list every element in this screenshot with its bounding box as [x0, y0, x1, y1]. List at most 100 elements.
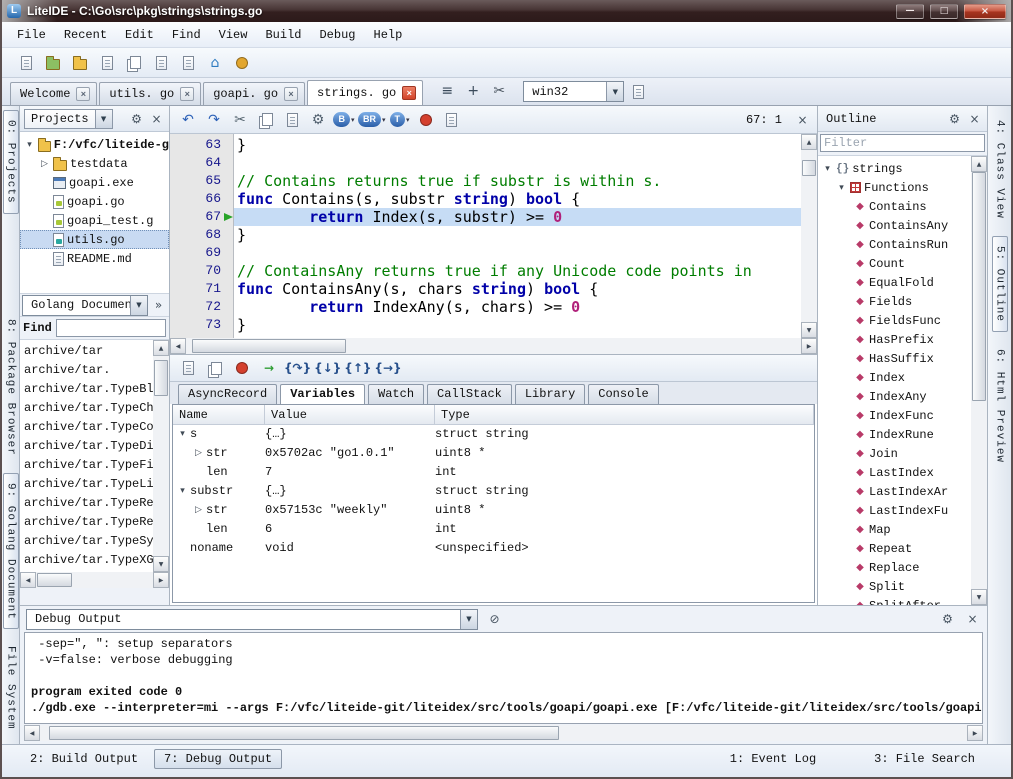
project-item-testdata[interactable]: ▷testdata [20, 154, 169, 173]
outline-function-join[interactable]: ◆Join [818, 444, 987, 463]
expander-icon[interactable]: ▷ [193, 501, 204, 520]
menu-debug[interactable]: Debug [310, 24, 364, 46]
code-line-67[interactable]: 67 return Index(s, substr) >= 0 [170, 208, 817, 226]
code-line-73[interactable]: 73} [170, 316, 817, 334]
scroll-thumb[interactable] [802, 160, 816, 175]
scroll-track[interactable] [153, 356, 169, 556]
outline-group-functions[interactable]: ▾Functions [818, 178, 987, 197]
doc-list-item[interactable]: archive/tar.TypeLin [20, 475, 169, 494]
line-number[interactable]: 73 [170, 316, 234, 334]
doc-find-input[interactable] [56, 319, 166, 337]
scroll-down-button[interactable]: ▼ [971, 589, 987, 605]
line-number[interactable]: 64 [170, 154, 234, 172]
doc-list-item[interactable]: archive/tar.TypeCh [20, 399, 169, 418]
close-editor-icon[interactable]: × [794, 111, 811, 128]
chevron-more-icon[interactable]: » [150, 297, 167, 314]
status-toggle-7-debug-output[interactable]: 7: Debug Output [154, 749, 282, 769]
sidebar-tab-9-golang-document[interactable]: 9: Golang Document [3, 473, 19, 630]
scroll-right-button[interactable]: ▶ [153, 572, 169, 588]
scroll-track[interactable] [40, 725, 967, 741]
scroll-track[interactable] [36, 572, 153, 588]
expander-icon[interactable]: ▾ [177, 482, 188, 501]
expander-icon[interactable]: ▾ [177, 425, 188, 444]
expander-icon[interactable]: ▾ [24, 140, 35, 150]
sidebar-tab-0-projects[interactable]: 0: Projects [3, 110, 19, 214]
close-all-icon[interactable]: ✂ [487, 79, 511, 103]
variable-row-noname[interactable]: nonamevoid<unspecified> [173, 539, 814, 558]
outline-function-containsany[interactable]: ◆ContainsAny [818, 216, 987, 235]
code-line-65[interactable]: 65// Contains returns true if substr is … [170, 172, 817, 190]
outline-function-splitafter[interactable]: ◆SplitAfter [818, 596, 987, 605]
scroll-up-button[interactable]: ▲ [153, 340, 169, 356]
line-number[interactable]: 71 [170, 280, 234, 298]
outline-function-lastindexar[interactable]: ◆LastIndexAr [818, 482, 987, 501]
paste-icon[interactable] [280, 108, 304, 132]
expander-icon[interactable]: ▷ [39, 159, 50, 169]
reload-file-icon[interactable] [149, 51, 173, 75]
code-editor[interactable]: 63}6465// Contains returns true if subst… [170, 134, 817, 338]
expander-icon[interactable]: ▷ [193, 444, 204, 463]
project-item-utils-go[interactable]: utils.go [20, 230, 169, 249]
outline-function-lastindexfu[interactable]: ◆LastIndexFu [818, 501, 987, 520]
variable-row-s[interactable]: ▾s{…}struct string [173, 425, 814, 444]
debug-tab-watch[interactable]: Watch [368, 384, 424, 404]
scroll-up-button[interactable]: ▲ [971, 156, 987, 172]
doc-list-item[interactable]: archive/tar.TypeSy [20, 532, 169, 551]
clear-output-icon[interactable]: ⊘ [486, 611, 503, 628]
scroll-track[interactable] [801, 150, 817, 322]
close-file-icon[interactable] [176, 51, 200, 75]
outline-vscrollbar[interactable]: ▲▼ [971, 156, 987, 605]
scroll-down-button[interactable]: ▼ [801, 322, 817, 338]
doc-list-item[interactable]: archive/tar.TypeRe [20, 513, 169, 532]
outline-function-map[interactable]: ◆Map [818, 520, 987, 539]
doc-list-item[interactable]: archive/tar.TypeFif [20, 456, 169, 475]
menu-find[interactable]: Find [163, 24, 210, 46]
project-item-readme-md[interactable]: README.md [20, 249, 169, 268]
scroll-track[interactable] [186, 338, 801, 354]
line-number[interactable]: 67 [170, 208, 234, 226]
scroll-track[interactable] [971, 172, 987, 589]
outline-function-index[interactable]: ◆Index [818, 368, 987, 387]
continue-icon[interactable]: → [257, 356, 281, 380]
tab-close-icon[interactable]: × [180, 87, 194, 101]
minimize-button[interactable]: — [896, 4, 924, 19]
menu-edit[interactable]: Edit [116, 24, 163, 46]
menu-build[interactable]: Build [256, 24, 310, 46]
step-over-icon[interactable]: {↷} [284, 356, 311, 380]
doc-list-item[interactable]: archive/tar.TypeXG [20, 551, 169, 570]
debug-tab-callstack[interactable]: CallStack [427, 384, 512, 404]
code-line-69[interactable]: 69 [170, 244, 817, 262]
chevron-down-icon[interactable]: ▼ [606, 82, 623, 101]
outline-function-fieldsfunc[interactable]: ◆FieldsFunc [818, 311, 987, 330]
variable-row-substr[interactable]: ▾substr{…}struct string [173, 482, 814, 501]
test-menu-button[interactable]: T▾ [388, 108, 412, 132]
new-file-icon[interactable] [14, 51, 38, 75]
close-panel-icon[interactable]: × [964, 611, 981, 628]
variable-row-len[interactable]: len6int [173, 520, 814, 539]
close-panel-icon[interactable]: × [148, 110, 165, 127]
scroll-left-button[interactable]: ◀ [20, 572, 36, 588]
outline-function-replace[interactable]: ◆Replace [818, 558, 987, 577]
scroll-thumb[interactable] [154, 360, 168, 396]
outline-function-hassuffix[interactable]: ◆HasSuffix [818, 349, 987, 368]
code-line-66[interactable]: 66func Contains(s, substr string) bool { [170, 190, 817, 208]
project-item-f-vfc-liteide-g[interactable]: ▾F:/vfc/liteide-g [20, 135, 169, 154]
debug-tab-console[interactable]: Console [588, 384, 658, 404]
outline-function-indexany[interactable]: ◆IndexAny [818, 387, 987, 406]
gear-icon[interactable]: ⚙ [128, 110, 145, 127]
liteide-app-icon[interactable] [230, 51, 254, 75]
chevron-down-icon[interactable]: ▼ [460, 610, 477, 629]
editor-tab-strings-go[interactable]: strings. go× [307, 80, 423, 105]
code-line-71[interactable]: 71func ContainsAny(s, chars string) bool… [170, 280, 817, 298]
target-environment-combo[interactable]: win32 ▼ [523, 81, 624, 102]
editor-hscrollbar[interactable]: ◀▶ [170, 338, 817, 354]
debug-tab-library[interactable]: Library [515, 384, 585, 404]
editor-list-icon[interactable]: ≡ [435, 79, 459, 103]
line-number[interactable]: 70 [170, 262, 234, 280]
save-log-icon[interactable] [176, 356, 200, 380]
code-line-70[interactable]: 70// ContainsAny returns true if any Uni… [170, 262, 817, 280]
record-icon[interactable] [203, 356, 227, 380]
redo-icon[interactable]: ↷ [202, 108, 226, 132]
scroll-right-button[interactable]: ▶ [801, 338, 817, 354]
split-editor-icon[interactable]: + [461, 79, 485, 103]
